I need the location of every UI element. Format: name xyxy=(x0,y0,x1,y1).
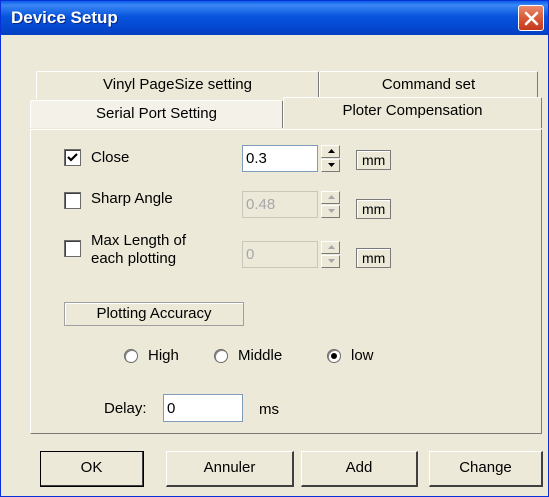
close-spinner[interactable] xyxy=(321,145,340,172)
max-length-unit: mm xyxy=(356,248,392,268)
checkmark-icon xyxy=(67,153,78,162)
close-checkbox[interactable] xyxy=(64,149,81,166)
spin-up-button[interactable] xyxy=(321,241,340,254)
max-length-label-line2: each plotting xyxy=(91,250,177,267)
max-length-spinner[interactable] xyxy=(321,241,340,268)
sharp-angle-value-field[interactable] xyxy=(242,191,318,218)
max-length-value-field[interactable] xyxy=(242,241,318,268)
spin-down-button[interactable] xyxy=(321,255,340,268)
arrow-down-icon xyxy=(328,209,335,213)
delay-label: Delay: xyxy=(104,400,147,417)
spin-down-button[interactable] xyxy=(321,205,340,218)
device-setup-dialog: Device Setup Vinyl PageSize setting Comm… xyxy=(0,0,549,497)
accuracy-low-radio[interactable] xyxy=(327,349,341,363)
arrow-up-icon xyxy=(328,245,335,249)
max-length-label-line1: Max Length of xyxy=(91,232,187,249)
accuracy-low-label: low xyxy=(351,347,374,364)
arrow-up-icon xyxy=(328,195,335,199)
spin-down-button[interactable] xyxy=(321,159,340,172)
close-value-field[interactable] xyxy=(242,145,318,172)
spin-up-button[interactable] xyxy=(321,145,340,158)
arrow-up-icon xyxy=(328,149,335,153)
delay-field[interactable] xyxy=(163,394,243,422)
arrow-down-icon xyxy=(328,163,335,167)
plotting-accuracy-label: Plotting Accuracy xyxy=(64,302,244,326)
max-length-checkbox[interactable] xyxy=(64,240,81,257)
sharp-angle-unit: mm xyxy=(356,199,392,219)
sharp-angle-checkbox[interactable] xyxy=(64,192,81,209)
panel-content: Close mm Sharp Angle mm Max Length of xyxy=(1,1,549,497)
accuracy-middle-label: Middle xyxy=(238,347,283,364)
sharp-angle-label: Sharp Angle xyxy=(91,190,173,207)
sharp-angle-spinner[interactable] xyxy=(321,191,340,218)
accuracy-high-radio[interactable] xyxy=(124,349,138,363)
radio-selected-dot xyxy=(331,353,337,359)
delay-unit: ms xyxy=(259,401,279,418)
close-label: Close xyxy=(91,149,130,166)
accuracy-middle-radio[interactable] xyxy=(214,349,228,363)
accuracy-high-label: High xyxy=(148,347,179,364)
spin-up-button[interactable] xyxy=(321,191,340,204)
close-unit: mm xyxy=(356,150,392,170)
arrow-down-icon xyxy=(328,259,335,263)
